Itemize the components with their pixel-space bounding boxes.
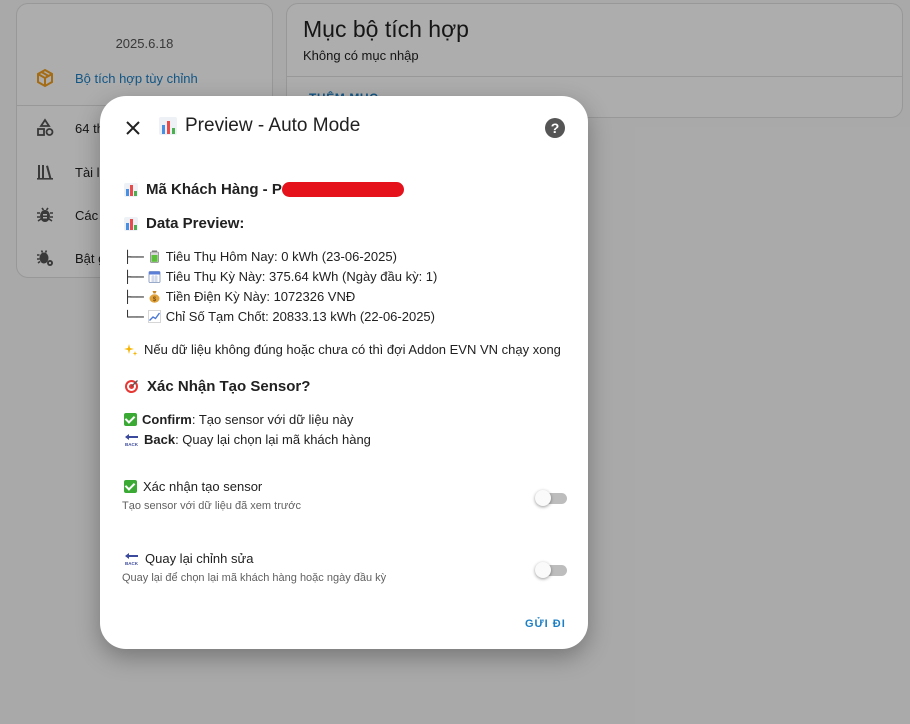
back-arrow-icon: BACK: [124, 552, 139, 566]
option-confirm-description: Tạo sensor với dữ liệu đã xem trước: [122, 500, 301, 512]
tree-text: Tiêu Thụ Kỳ Này: 375.64 kWh (Ngày đầu kỳ…: [165, 269, 438, 284]
confirm-heading: Xác Nhận Tạo Sensor?: [124, 378, 310, 395]
confirm-bold: Confirm: [142, 412, 192, 427]
tree-prefix: └──: [124, 309, 144, 324]
bar-chart-icon: [124, 182, 138, 197]
option-back-description: Quay lại để chọn lại mã khách hàng hoặc …: [122, 572, 387, 584]
confirm-toggle[interactable]: [535, 490, 567, 506]
direct-hit-icon: [125, 380, 138, 393]
svg-text:BACK: BACK: [125, 442, 139, 447]
tree-text: Tiền Điện Kỳ Này: 1072326 VNĐ: [165, 289, 356, 304]
option-back-label: BACK Quay lại chỉnh sửa: [124, 551, 253, 566]
tree-row: └── Chỉ Số Tạm Chốt: 20833.13 kWh (22-06…: [124, 309, 435, 324]
preview-dialog: Preview - Auto Mode ? Mã Khách Hàng - P …: [100, 96, 588, 649]
tree-prefix: ├──: [124, 269, 144, 284]
sparkles-icon: [124, 343, 138, 356]
back-rest: : Quay lại chọn lại mã khách hàng: [175, 432, 371, 447]
confirm-rest: : Tạo sensor với dữ liệu này: [191, 412, 354, 427]
tree-row: ├── Tiêu Thụ Hôm Nay: 0 kWh (23-06-2025): [124, 249, 397, 264]
note-row: Nếu dữ liệu không đúng hoặc chưa có thì …: [124, 342, 561, 357]
toggle-thumb: [535, 490, 551, 506]
svg-text:BACK: BACK: [125, 561, 139, 566]
bar-chart-icon: [124, 216, 138, 231]
tree-prefix: ├──: [124, 249, 144, 264]
data-preview-heading: Data Preview:: [124, 215, 244, 232]
tree-row: ├── $ Tiền Điện Kỳ Này: 1072326 VNĐ: [124, 289, 355, 304]
option-confirm-label: Xác nhận tạo sensor: [124, 479, 262, 494]
toggle-thumb: [535, 562, 551, 578]
confirm-heading-text: Xác Nhận Tạo Sensor?: [147, 378, 311, 395]
data-preview-heading-text: Data Preview:: [146, 215, 245, 232]
help-icon[interactable]: ?: [544, 117, 566, 139]
dialog-title: Preview - Auto Mode: [159, 115, 360, 137]
battery-icon: [149, 250, 159, 263]
close-icon[interactable]: [122, 117, 144, 139]
tree-prefix: ├──: [124, 289, 144, 304]
check-mark-icon: [124, 480, 137, 493]
submit-button[interactable]: GỬI ĐI: [525, 618, 566, 630]
bar-chart-icon: [159, 117, 177, 135]
back-line: BACK Back: Quay lại chọn lại mã khách hà…: [124, 432, 371, 447]
svg-text:?: ?: [551, 120, 560, 136]
option-label-text: Quay lại chỉnh sửa: [145, 551, 254, 566]
back-toggle[interactable]: [535, 562, 567, 578]
back-arrow-icon: BACK: [124, 433, 139, 447]
back-bold: Back: [144, 432, 176, 447]
dialog-title-text: Preview - Auto Mode: [185, 115, 361, 136]
tree-text: Chỉ Số Tạm Chốt: 20833.13 kWh (22-06-202…: [165, 309, 435, 324]
tree-text: Tiêu Thụ Hôm Nay: 0 kWh (23-06-2025): [165, 249, 397, 264]
check-mark-icon: [124, 413, 137, 426]
tree-row: ├── Tiêu Thụ Kỳ Này: 375.64 kWh (Ngày đầ…: [124, 269, 437, 284]
option-label-text: Xác nhận tạo sensor: [143, 479, 263, 494]
redaction-mark: [281, 182, 404, 197]
chart-increasing-icon: [147, 310, 161, 323]
customer-heading-text: Mã Khách Hàng - P: [146, 181, 282, 198]
calendar-icon: [148, 271, 161, 283]
customer-heading: Mã Khách Hàng - P: [124, 181, 404, 198]
note-text: Nếu dữ liệu không đúng hoặc chưa có thì …: [144, 342, 561, 357]
confirm-line: Confirm: Tạo sensor với dữ liệu này: [124, 412, 353, 427]
money-bag-icon: $: [149, 291, 160, 303]
